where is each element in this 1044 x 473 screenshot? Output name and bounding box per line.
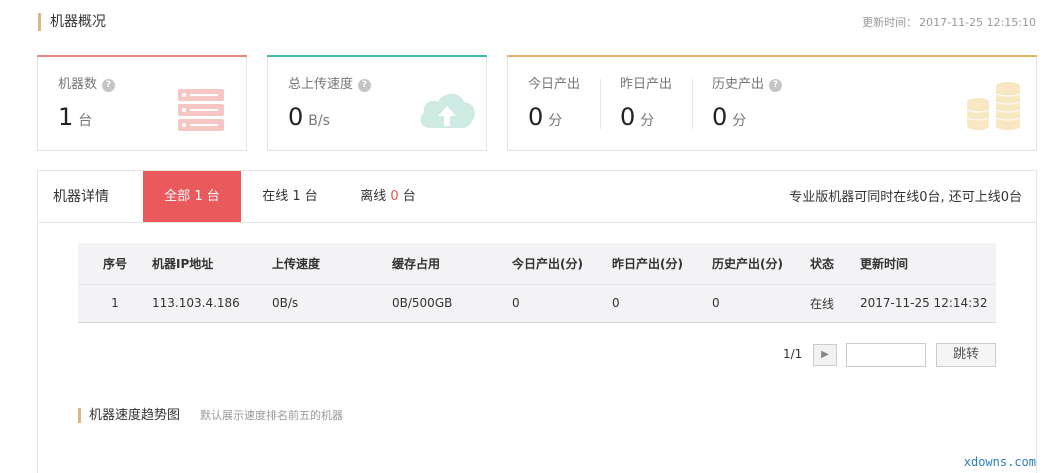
history-output-stat: 历史产出 ? 0分 [712, 76, 783, 136]
yesterday-output-unit: 分 [640, 113, 655, 129]
update-time: 更新时间： 2017-11-25 12:15:10 [860, 15, 1036, 31]
update-time-value: 2017-11-25 12:15:10 [919, 16, 1036, 29]
col-header: 历史产出(分) [712, 256, 783, 271]
tab-offline[interactable]: 离线 0 台 [348, 171, 428, 222]
divider [600, 79, 601, 129]
upload-speed-unit: B/s [308, 113, 330, 129]
help-icon[interactable]: ? [102, 78, 116, 92]
cell-yesterday-output: 0 [612, 296, 620, 310]
cell-status: 在线 [810, 296, 835, 311]
table-row[interactable]: 1 113.103.4.186 0B/s 0B/500GB 0 0 0 在线 2… [78, 284, 996, 322]
history-output-label: 历史产出 [712, 77, 765, 92]
history-output-unit: 分 [732, 113, 747, 129]
overview-header: 机器概况 更新时间： 2017-11-25 12:15:10 [0, 0, 1044, 44]
cell-history-output: 0 [712, 296, 720, 310]
col-header: 上传速度 [272, 256, 321, 271]
col-header: 更新时间 [860, 256, 909, 271]
col-header: 今日产出(分) [512, 256, 583, 271]
machine-count-value: 1 [58, 103, 74, 131]
jump-button[interactable]: 跳转 [936, 343, 996, 367]
update-time-label: 更新时间： [862, 16, 918, 29]
section-accent-bar [38, 13, 41, 31]
upload-speed-card: 总上传速度 ? 0 B/s [267, 55, 487, 151]
machine-count-card: 机器数 ? 1台 [37, 55, 247, 151]
page-title: 机器概况 [50, 14, 106, 30]
col-header: 状态 [810, 256, 835, 271]
cell-cache-usage: 0B/500GB [392, 296, 453, 310]
col-header: 序号 [102, 256, 127, 271]
upload-speed-value: 0 [288, 103, 304, 131]
cell-ip: 113.103.4.186 [152, 296, 240, 310]
tab-all[interactable]: 全部 1 台 [143, 171, 241, 222]
coins-icon [966, 82, 1021, 130]
machine-table: 序号 机器IP地址 上传速度 缓存占用 今日产出(分) 昨日产出(分) 历史产出… [78, 243, 996, 323]
today-output-value: 0 [528, 103, 544, 131]
yesterday-output-label: 昨日产出 [620, 77, 673, 92]
col-header: 昨日产出(分) [612, 256, 683, 271]
help-icon[interactable]: ? [358, 78, 372, 92]
machine-count-label: 机器数 [58, 77, 98, 92]
details-tabs: 机器详情 全部 1 台 在线 1 台 离线 0 台 专业版机器可同时在线0台, … [38, 171, 1036, 223]
col-header: 机器IP地址 [152, 256, 214, 271]
today-output-unit: 分 [548, 113, 563, 129]
machine-count-unit: 台 [78, 113, 93, 129]
server-icon [178, 89, 224, 131]
col-header: 缓存占用 [392, 256, 441, 271]
cell-index: 1 [111, 296, 119, 310]
today-output-stat: 今日产出 0分 [528, 76, 580, 136]
cell-update-time: 2017-11-25 12:14:32 [860, 296, 988, 310]
page-indicator: 1/1 [783, 347, 803, 361]
machine-count-stat: 机器数 ? 1台 [58, 76, 116, 136]
section-accent-bar [78, 408, 81, 423]
arrow-right-icon[interactable]: ▶ [813, 344, 837, 366]
jump-page-input[interactable] [846, 343, 926, 367]
history-output-value: 0 [712, 103, 728, 131]
speed-trend-title: 机器速度趋势图 [89, 408, 181, 423]
cell-upload-speed: 0B/s [272, 296, 299, 310]
pagination: 1/1 ▶ 跳转 [38, 343, 1036, 367]
divider [692, 79, 693, 129]
tab-online[interactable]: 在线 1 台 [250, 171, 330, 222]
cell-today-output: 0 [512, 296, 520, 310]
machine-details-panel: 机器详情 全部 1 台 在线 1 台 离线 0 台 专业版机器可同时在线0台, … [37, 170, 1037, 473]
pro-capacity-note: 专业版机器可同时在线0台, 还可上线0台 [789, 190, 1022, 205]
yesterday-output-value: 0 [620, 103, 636, 131]
details-title: 机器详情 [53, 189, 109, 205]
watermark: xdowns.com [963, 455, 1036, 469]
upload-speed-stat: 总上传速度 ? 0 B/s [288, 76, 372, 136]
output-card: 今日产出 0分 昨日产出 0分 历史产出 ? 0分 [507, 55, 1037, 151]
speed-trend-subtitle: 默认展示速度排名前五的机器 [200, 409, 343, 422]
table-header-row: 序号 机器IP地址 上传速度 缓存占用 今日产出(分) 昨日产出(分) 历史产出… [78, 243, 996, 284]
cloud-upload-icon [420, 93, 475, 128]
upload-speed-label: 总上传速度 [288, 77, 354, 92]
help-icon[interactable]: ? [769, 78, 783, 92]
today-output-label: 今日产出 [528, 77, 581, 92]
yesterday-output-stat: 昨日产出 0分 [620, 76, 672, 136]
